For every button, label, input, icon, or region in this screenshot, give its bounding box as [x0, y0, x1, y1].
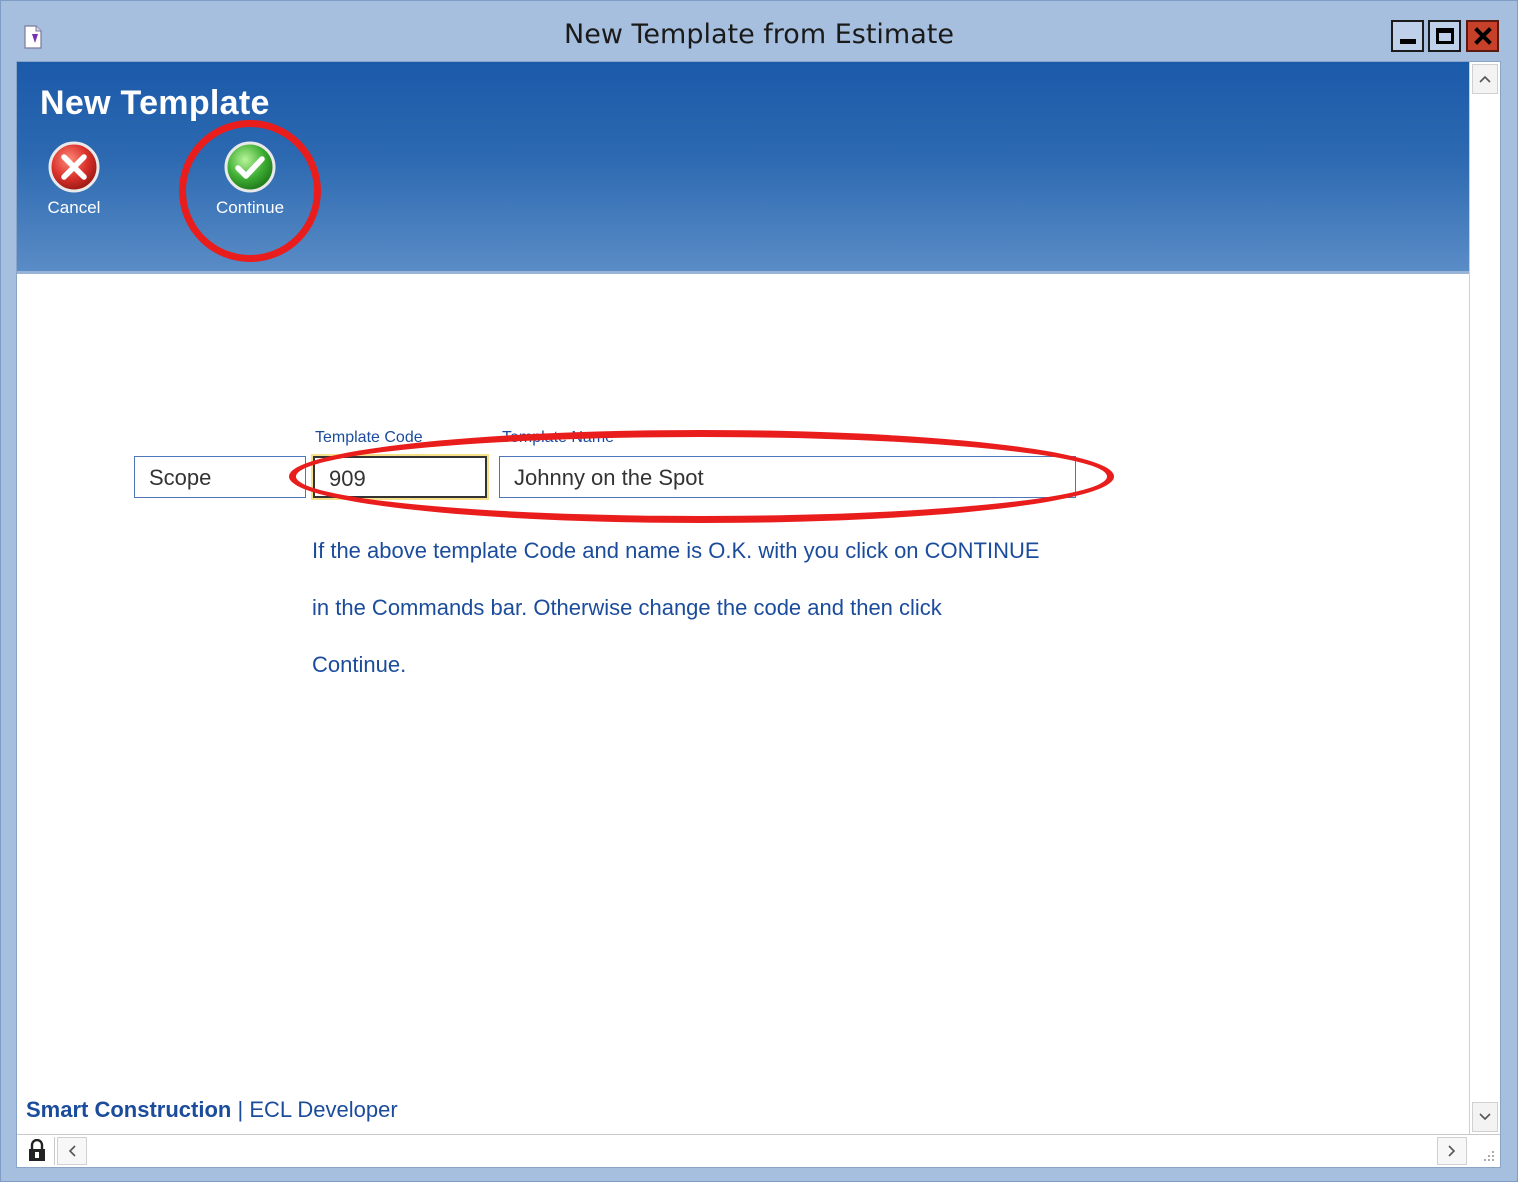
- template-name-input[interactable]: Johnny on the Spot: [499, 456, 1076, 498]
- chevron-left-icon: [68, 1145, 76, 1157]
- cancel-button[interactable]: Cancel: [24, 140, 124, 218]
- lock-icon: [28, 1139, 45, 1161]
- minimize-button[interactable]: [1391, 20, 1424, 52]
- scroll-left-button[interactable]: [57, 1137, 87, 1165]
- horizontal-scrollbar[interactable]: [17, 1134, 1500, 1167]
- maximize-icon: [1435, 28, 1454, 44]
- vertical-scrollbar[interactable]: [1469, 62, 1500, 1134]
- app-window: New Template from Estimate New Template: [0, 0, 1518, 1182]
- close-button[interactable]: [1466, 20, 1499, 52]
- maximize-button[interactable]: [1428, 20, 1461, 52]
- current-user: ECL Developer: [249, 1097, 398, 1122]
- template-name-label: Template Name: [502, 429, 615, 446]
- instructions-line: If the above template Code and name is O…: [312, 538, 1040, 563]
- client-area: New Template Cancel Continue Template Co…: [16, 61, 1501, 1168]
- instructions-text: If the above template Code and name is O…: [312, 522, 1112, 693]
- scroll-up-button[interactable]: [1472, 64, 1498, 94]
- commands-header: New Template Cancel Continue: [17, 62, 1469, 274]
- close-icon: [1473, 27, 1492, 45]
- window-title: New Template from Estimate: [564, 19, 954, 50]
- brand-name: Smart Construction: [26, 1097, 232, 1122]
- check-icon: [224, 141, 276, 193]
- footer-status: Smart Construction | ECL Developer: [26, 1097, 398, 1123]
- scroll-down-button[interactable]: [1472, 1102, 1498, 1132]
- continue-button[interactable]: Continue: [200, 140, 300, 218]
- chevron-right-icon: [1448, 1145, 1456, 1157]
- cancel-x-icon: [48, 141, 100, 193]
- chevron-up-icon: [1479, 75, 1491, 83]
- template-code-input[interactable]: 909: [313, 456, 487, 498]
- template-code-label: Template Code: [315, 429, 423, 446]
- continue-label: Continue: [215, 198, 285, 217]
- resize-grip-icon[interactable]: [1472, 1139, 1498, 1165]
- instructions-line: in the Commands bar. Otherwise change th…: [312, 595, 942, 620]
- minimize-icon: [1399, 38, 1416, 44]
- footer-separator: |: [231, 1097, 250, 1122]
- chevron-down-icon: [1479, 1113, 1491, 1121]
- page-title: New Template: [40, 84, 270, 122]
- title-bar[interactable]: New Template from Estimate: [1, 1, 1517, 61]
- cancel-label: Cancel: [47, 198, 101, 217]
- scroll-right-button[interactable]: [1437, 1137, 1467, 1165]
- instructions-line: Continue.: [312, 652, 407, 677]
- lock-button[interactable]: [19, 1137, 55, 1165]
- scope-field[interactable]: Scope: [134, 456, 306, 498]
